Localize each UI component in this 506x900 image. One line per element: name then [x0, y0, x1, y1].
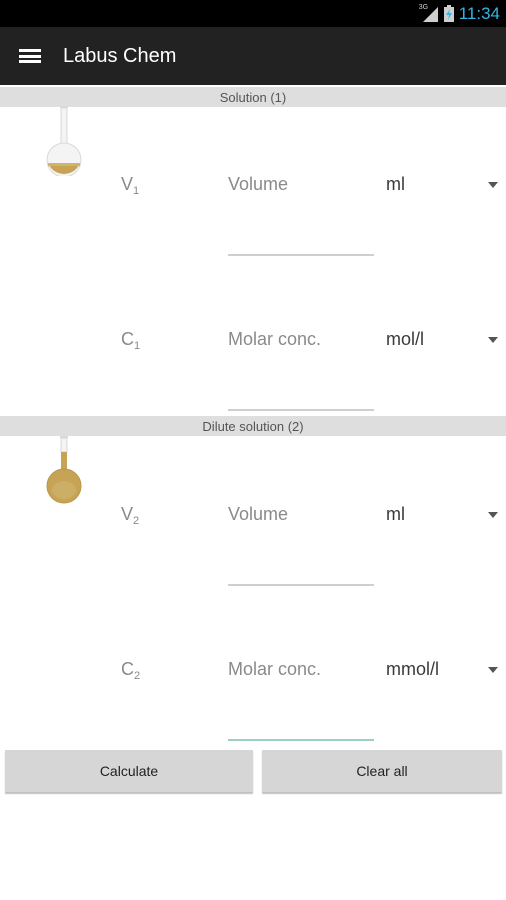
- clear-all-button[interactable]: Clear all: [262, 750, 502, 792]
- calculate-button[interactable]: Calculate: [5, 750, 253, 792]
- concentration-symbol-1: C1: [121, 329, 141, 352]
- dropdown-arrow-icon: [488, 667, 498, 673]
- concentration-unit-dropdown-1[interactable]: mol/l: [386, 329, 502, 359]
- input-underline: [228, 409, 374, 411]
- concentration-input-1-placeholder: Molar conc.: [228, 329, 322, 349]
- volume-symbol-2: V2: [121, 504, 140, 527]
- concentration-input-2-placeholder: Molar conc.: [228, 659, 322, 679]
- volume-unit-dropdown-1[interactable]: ml: [386, 174, 502, 204]
- concentration-input-1[interactable]: Molar conc.: [228, 329, 374, 411]
- volume-unit-value-2: ml: [386, 504, 405, 524]
- status-bar: 3G 11:34: [0, 0, 506, 27]
- network-type-label: 3G: [418, 3, 429, 11]
- concentration-symbol-2: C2: [121, 659, 141, 682]
- signal-icon: 3G: [418, 3, 439, 23]
- dropdown-arrow-icon: [488, 337, 498, 343]
- input-underline-focused: [228, 739, 374, 741]
- concentration-unit-dropdown-2[interactable]: mmol/l: [386, 659, 502, 689]
- status-icons: 3G 11:34: [419, 0, 500, 27]
- concentration-row-1: C1 Molar conc. mol/l: [0, 256, 506, 411]
- hamburger-menu-icon[interactable]: [19, 47, 41, 65]
- status-clock: 11:34: [458, 3, 500, 23]
- volume-input-1-placeholder: Volume: [228, 174, 289, 194]
- concentration-input-2[interactable]: Molar conc.: [228, 659, 374, 741]
- volume-row-2: V2 Volume ml: [0, 436, 506, 586]
- dropdown-arrow-icon: [488, 182, 498, 188]
- concentration-unit-value-1: mol/l: [386, 329, 425, 349]
- battery-icon: [443, 5, 454, 22]
- volume-row-1: V1 Volume ml: [0, 106, 506, 256]
- volume-unit-dropdown-2[interactable]: ml: [386, 504, 502, 534]
- app-title: Labus Chem: [63, 44, 177, 67]
- concentration-unit-value-2: mmol/l: [386, 659, 439, 679]
- volume-input-2[interactable]: Volume: [228, 504, 374, 586]
- action-bar: Labus Chem: [0, 27, 506, 85]
- concentration-row-2: C2 Molar conc. mmol/l: [0, 586, 506, 741]
- section-header-solution-2: Dilute solution (2): [0, 416, 506, 436]
- volume-input-1[interactable]: Volume: [228, 174, 374, 256]
- section-header-solution-1: Solution (1): [0, 87, 506, 107]
- volume-input-2-placeholder: Volume: [228, 504, 289, 524]
- volume-symbol-1: V1: [121, 174, 140, 197]
- volume-unit-value-1: ml: [386, 174, 405, 194]
- dropdown-arrow-icon: [488, 512, 498, 518]
